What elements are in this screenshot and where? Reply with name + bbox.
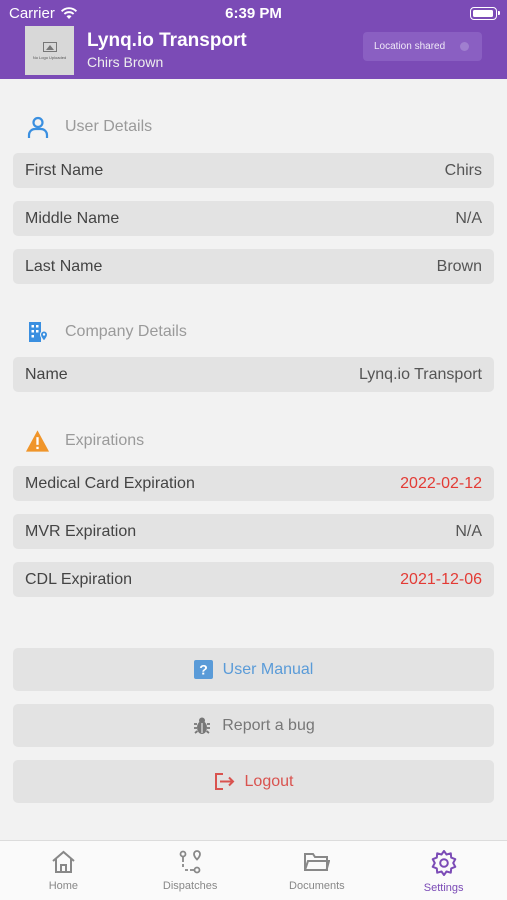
section-title: Expirations <box>65 431 145 449</box>
user-manual-label: User Manual <box>222 660 314 678</box>
svg-text:?: ? <box>199 662 208 678</box>
help-icon: ? <box>193 660 213 679</box>
image-placeholder-icon <box>42 41 57 52</box>
row-label: MVR Expiration <box>25 522 137 540</box>
tab-label: Home <box>48 880 79 892</box>
tab-dispatches[interactable]: Dispatches <box>127 841 254 900</box>
building-location-icon <box>25 319 50 344</box>
company-details-header: Company Details <box>25 319 187 344</box>
row-label: Last Name <box>25 257 103 275</box>
company-logo: No Logo Uploaded <box>25 26 74 75</box>
logo-caption: No Logo Uploaded <box>32 54 67 60</box>
tab-documents[interactable]: Documents <box>254 841 381 900</box>
user-details-header: User Details <box>25 114 152 139</box>
detail-row-cdl: CDL Expiration 2021-12-06 <box>13 562 494 597</box>
logout-label: Logout <box>244 772 294 790</box>
detail-row-last-name: Last Name Brown <box>13 249 494 284</box>
detail-row-company-name: Name Lynq.io Transport <box>13 357 494 392</box>
row-value: Lynq.io Transport <box>358 365 482 383</box>
detail-row-medical-card: Medical Card Expiration 2022-02-12 <box>13 466 494 501</box>
expirations-header: Expirations <box>25 428 144 453</box>
bug-icon <box>194 717 211 734</box>
expired-date-value: 2021-12-06 <box>400 570 482 588</box>
home-icon <box>52 850 75 873</box>
app-header: Carrier 6:39 PM No Logo Uploaded Lynq.io… <box>0 0 507 79</box>
tab-label: Settings <box>423 882 464 894</box>
location-status-icon <box>460 42 469 51</box>
detail-row-middle-name: Middle Name N/A <box>13 201 494 236</box>
bottom-tab-bar: Home Dispatches Documents Settings <box>0 840 507 900</box>
row-value: Chirs <box>444 161 482 179</box>
tab-settings[interactable]: Settings <box>380 841 507 900</box>
user-manual-button[interactable]: ? User Manual <box>13 648 494 691</box>
gear-icon <box>431 850 456 876</box>
row-value: Brown <box>436 257 482 275</box>
row-value: N/A <box>455 209 482 227</box>
detail-row-mvr: MVR Expiration N/A <box>13 514 494 549</box>
row-label: Medical Card Expiration <box>25 474 195 492</box>
header-user-name: Chirs Brown <box>87 54 164 70</box>
logout-button[interactable]: Logout <box>13 760 494 803</box>
tab-home[interactable]: Home <box>0 841 127 900</box>
row-label: CDL Expiration <box>25 570 133 588</box>
route-icon <box>179 850 201 874</box>
location-shared-label: Location shared <box>374 41 446 52</box>
tab-label: Documents <box>289 880 345 892</box>
tab-label: Dispatches <box>162 880 218 892</box>
folder-icon <box>304 853 331 871</box>
section-title: Company Details <box>65 322 187 340</box>
report-bug-button[interactable]: Report a bug <box>13 704 494 747</box>
report-bug-label: Report a bug <box>222 716 315 734</box>
app-title: Lynq.io Transport <box>87 30 247 51</box>
section-title: User Details <box>65 117 153 135</box>
logout-icon <box>214 773 234 790</box>
user-icon <box>25 114 50 139</box>
detail-row-first-name: First Name Chirs <box>13 153 494 188</box>
row-value: N/A <box>455 522 482 540</box>
status-bar: Carrier 6:39 PM <box>0 0 507 27</box>
row-label: Middle Name <box>25 209 120 227</box>
row-label: Name <box>25 365 68 383</box>
expired-date-value: 2022-02-12 <box>400 474 482 492</box>
warning-icon <box>25 428 50 453</box>
status-time: 6:39 PM <box>225 5 282 22</box>
row-label: First Name <box>25 161 104 179</box>
location-shared-button[interactable]: Location shared <box>363 32 482 61</box>
battery-icon <box>470 7 500 20</box>
